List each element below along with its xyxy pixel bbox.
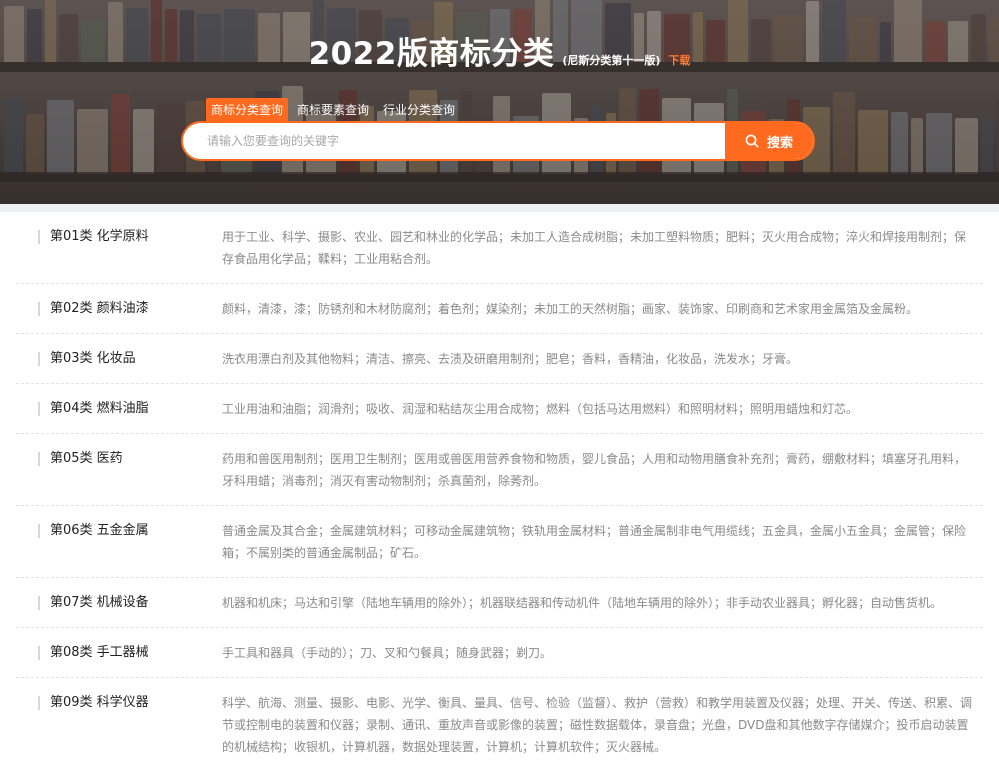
category-list: 第01类 化学原料 用于工业、科学、摄影、农业、园艺和林业的化学品；未加工人造合… xyxy=(0,212,999,760)
category-title[interactable]: 第04类 燃料油脂 xyxy=(16,398,222,420)
category-row: 第04类 燃料油脂 工业用油和油脂；润滑剂；吸收、润湿和粘结灰尘用合成物；燃料（… xyxy=(16,384,983,434)
category-row: 第05类 医药 药用和兽医用制剂；医用卫生制剂；医用或兽医用营养食物和物质，婴儿… xyxy=(16,434,983,506)
page-subtitle: (尼斯分类第十一版) xyxy=(562,54,661,67)
category-row: 第06类 五金金属 普通金属及其合金；金属建筑材料；可移动金属建筑物；铁轨用金属… xyxy=(16,506,983,578)
category-row: 第09类 科学仪器 科学、航海、测量、摄影、电影、光学、衡具、量具、信号、检验（… xyxy=(16,678,983,760)
category-description: 科学、航海、测量、摄影、电影、光学、衡具、量具、信号、检验（监督）、救护（营救）… xyxy=(222,696,973,754)
search-tabs: 商标分类查询 商标要素查询 行业分类查询 xyxy=(206,98,460,122)
search-icon xyxy=(745,134,759,148)
category-row: 第07类 机械设备 机器和机床；马达和引擎（陆地车辆用的除外）；机器联结器和传动… xyxy=(16,578,983,628)
page-title: 2022版商标分类 xyxy=(308,36,555,72)
tab-trademark-class-search[interactable]: 商标分类查询 xyxy=(206,98,289,122)
hero-heading: 2022版商标分类 (尼斯分类第十一版) 下载 xyxy=(0,28,999,73)
category-title[interactable]: 第06类 五金金属 xyxy=(16,520,222,564)
search-bar: 搜索 xyxy=(181,121,815,161)
category-description: 手工具和器具（手动的）；刀、叉和勺餐具；随身武器；剃刀。 xyxy=(222,646,553,660)
category-description: 工业用油和油脂；润滑剂；吸收、润湿和粘结灰尘用合成物；燃料（包括马达用燃料）和照… xyxy=(222,402,859,416)
search-input[interactable] xyxy=(183,123,725,159)
category-title[interactable]: 第05类 医药 xyxy=(16,448,222,492)
category-description: 药用和兽医用制剂；医用卫生制剂；医用或兽医用营养食物和物质，婴儿食品；人用和动物… xyxy=(222,452,967,488)
category-description: 机器和机床；马达和引擎（陆地车辆用的除外）；机器联结器和传动机件（陆地车辆用的除… xyxy=(222,596,943,610)
category-row: 第02类 颜料油漆 颜料，清漆，漆；防锈剂和木材防腐剂；着色剂；媒染剂；未加工的… xyxy=(16,284,983,334)
category-title[interactable]: 第07类 机械设备 xyxy=(16,592,222,614)
hero-banner: 2022版商标分类 (尼斯分类第十一版) 下载 商标分类查询 商标要素查询 行业… xyxy=(0,0,999,204)
category-description: 颜料，清漆，漆；防锈剂和木材防腐剂；着色剂；媒染剂；未加工的天然树脂；画家、装饰… xyxy=(222,302,919,316)
download-link[interactable]: 下载 xyxy=(668,52,690,68)
category-row: 第01类 化学原料 用于工业、科学、摄影、农业、园艺和林业的化学品；未加工人造合… xyxy=(16,212,983,284)
category-title[interactable]: 第02类 颜料油漆 xyxy=(16,298,222,320)
category-description: 用于工业、科学、摄影、农业、园艺和林业的化学品；未加工人造合成树脂；未加工塑料物… xyxy=(222,230,967,266)
category-row: 第03类 化妆品 洗衣用漂白剂及其他物料；清洁、擦亮、去渍及研磨用制剂；肥皂；香… xyxy=(16,334,983,384)
search-button-label: 搜索 xyxy=(766,135,793,151)
category-description: 普通金属及其合金；金属建筑材料；可移动金属建筑物；铁轨用金属材料；普通金属制非电… xyxy=(222,524,967,560)
category-title[interactable]: 第03类 化妆品 xyxy=(16,348,222,370)
tab-industry-class-search[interactable]: 行业分类查询 xyxy=(378,98,460,122)
category-title[interactable]: 第09类 科学仪器 xyxy=(16,692,222,758)
search-button[interactable]: 搜索 xyxy=(725,123,813,159)
category-row: 第08类 手工器械 手工具和器具（手动的）；刀、叉和勺餐具；随身武器；剃刀。 xyxy=(16,628,983,678)
category-title[interactable]: 第01类 化学原料 xyxy=(16,226,222,270)
category-description: 洗衣用漂白剂及其他物料；清洁、擦亮、去渍及研磨用制剂；肥皂；香料，香精油，化妆品… xyxy=(222,352,799,366)
category-title[interactable]: 第08类 手工器械 xyxy=(16,642,222,664)
tab-trademark-element-search[interactable]: 商标要素查询 xyxy=(292,98,374,122)
section-divider xyxy=(0,204,999,212)
